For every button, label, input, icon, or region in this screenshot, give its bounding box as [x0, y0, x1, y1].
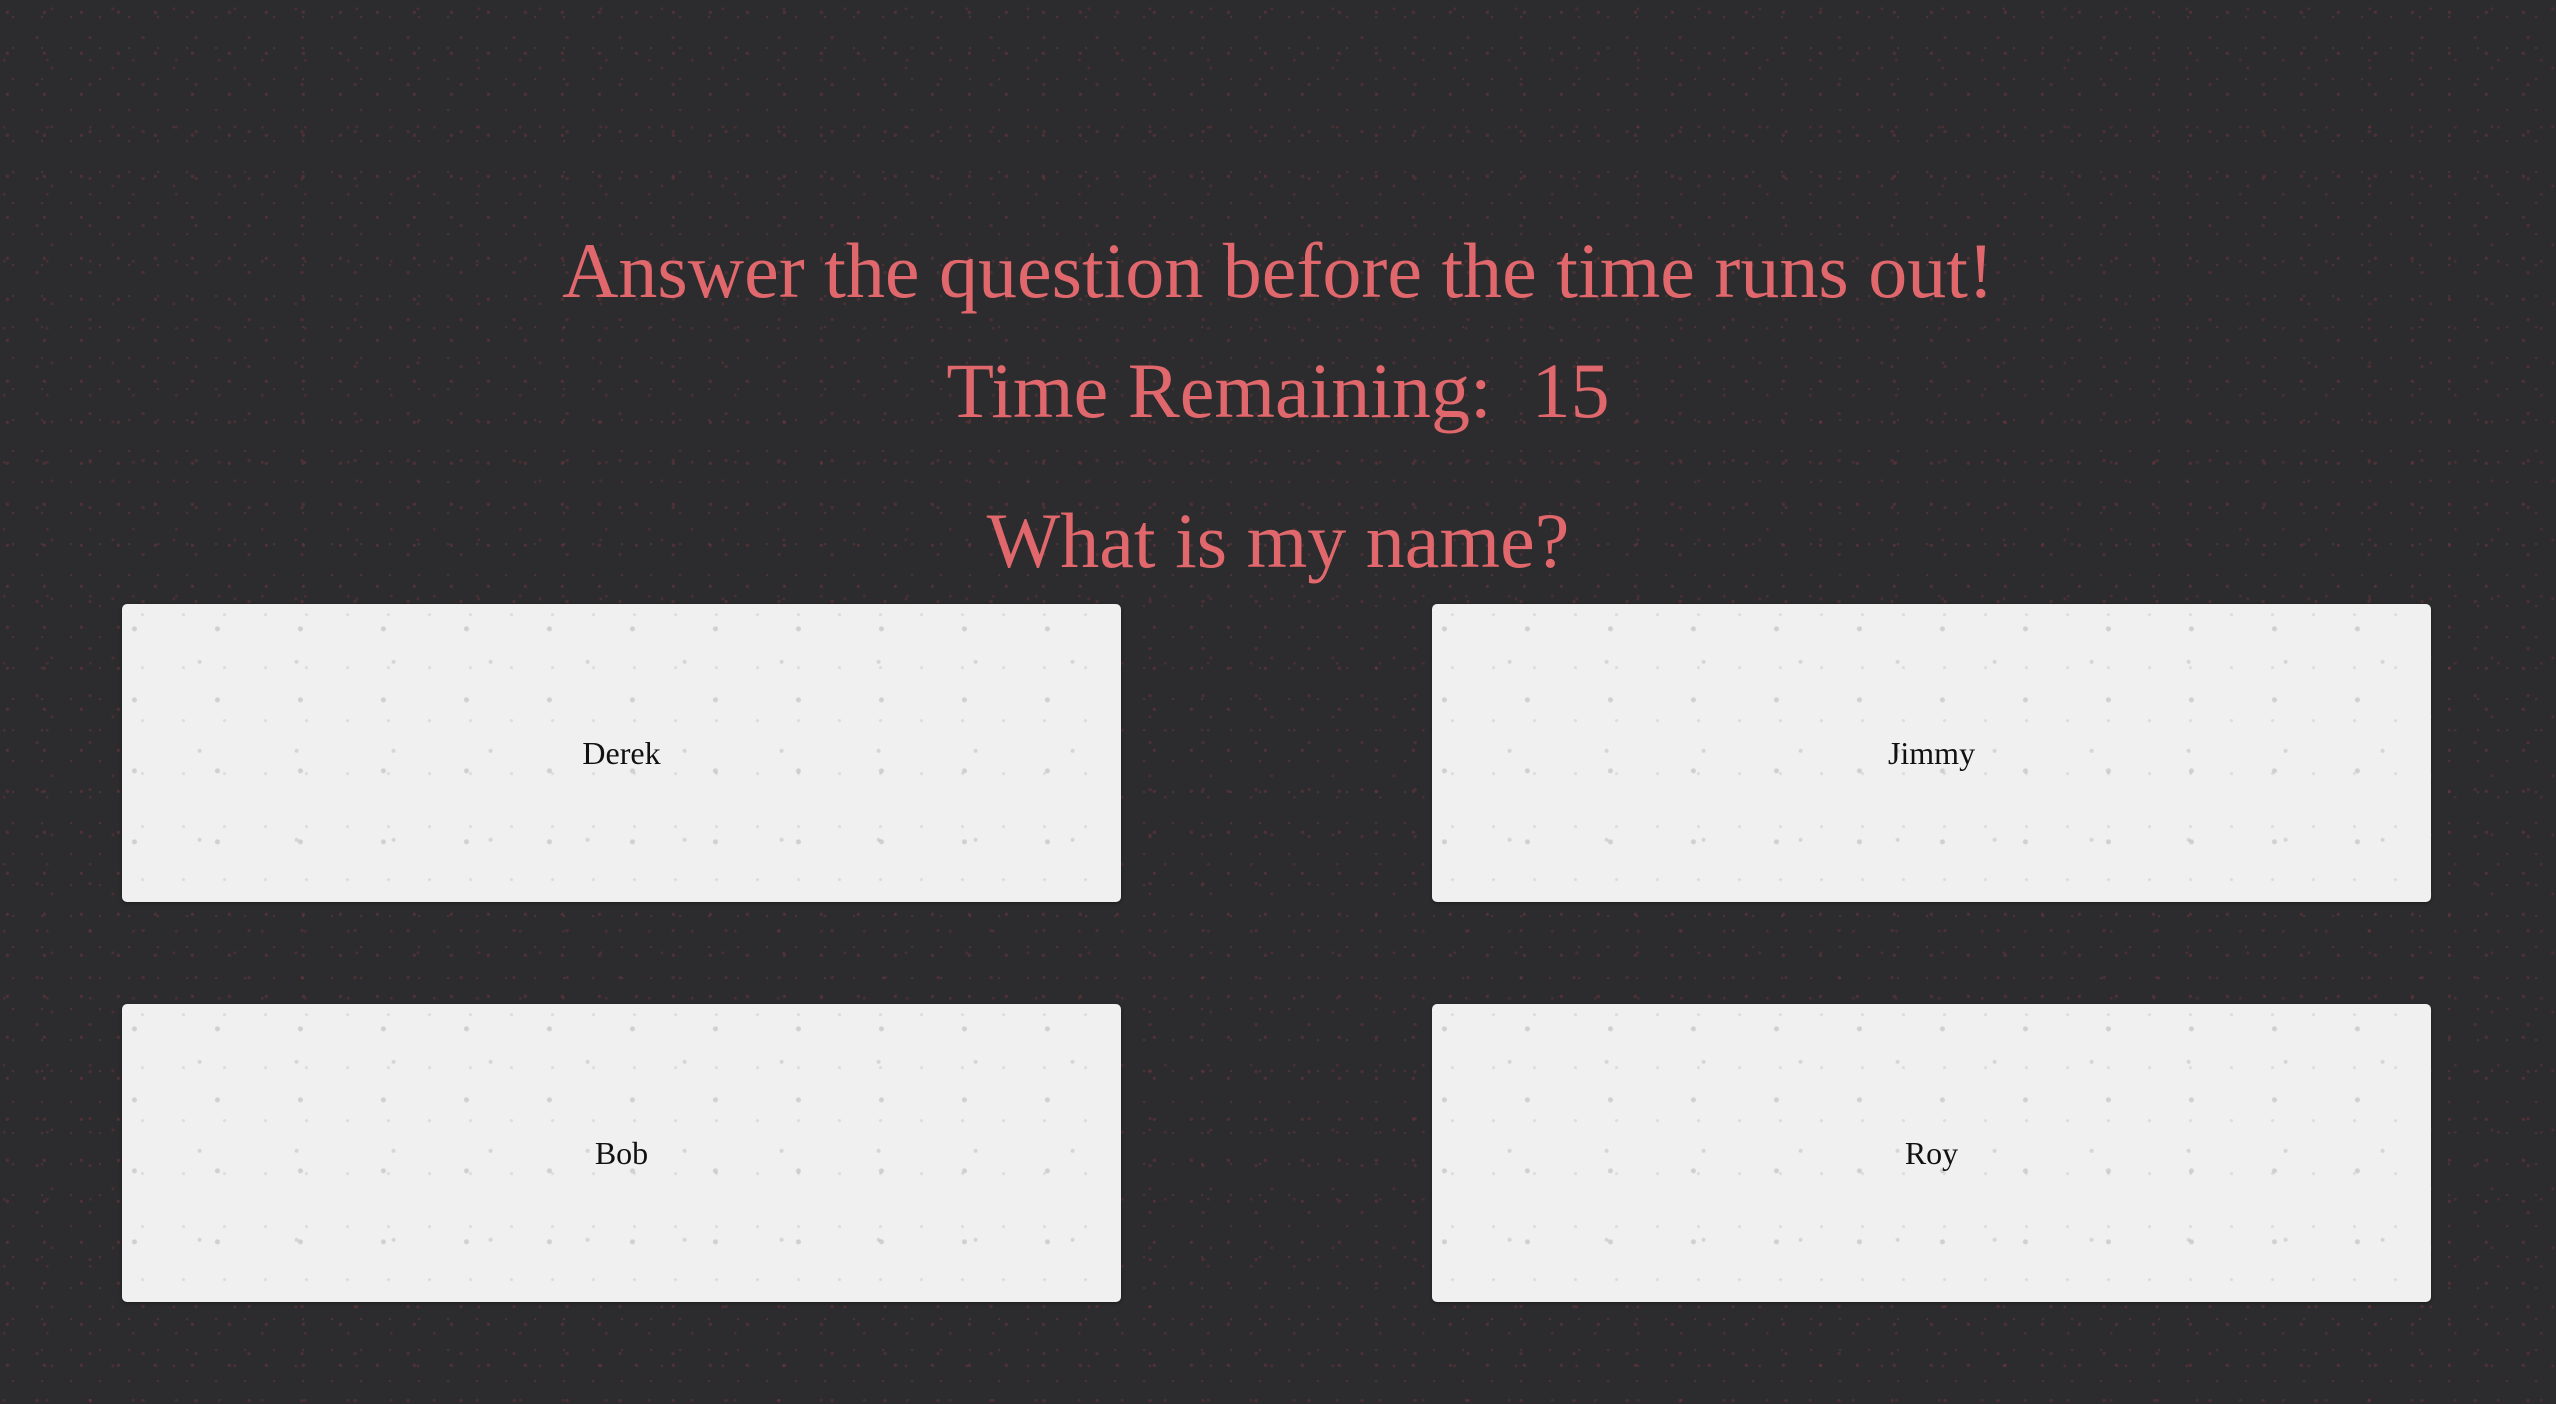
timer-label: Time Remaining:: [946, 347, 1492, 434]
answer-label: Jimmy: [1887, 734, 1976, 771]
question-text: What is my name?: [986, 497, 1570, 584]
answer-label: Bob: [594, 1134, 649, 1171]
answer-label: Derek: [582, 734, 661, 771]
answer-label: Roy: [1904, 1134, 1959, 1171]
answer-button-bob[interactable]: Bob: [122, 1004, 1121, 1302]
answer-button-roy[interactable]: Roy: [1432, 1004, 2431, 1302]
timer-display: Time Remaining: 15: [0, 346, 2556, 436]
answer-button-jimmy[interactable]: Jimmy: [1432, 604, 2431, 902]
timer-count: 15: [1531, 347, 1610, 434]
answer-button-derek[interactable]: Derek: [122, 604, 1121, 902]
instruction-heading: Answer the question before the time runs…: [562, 227, 1994, 314]
